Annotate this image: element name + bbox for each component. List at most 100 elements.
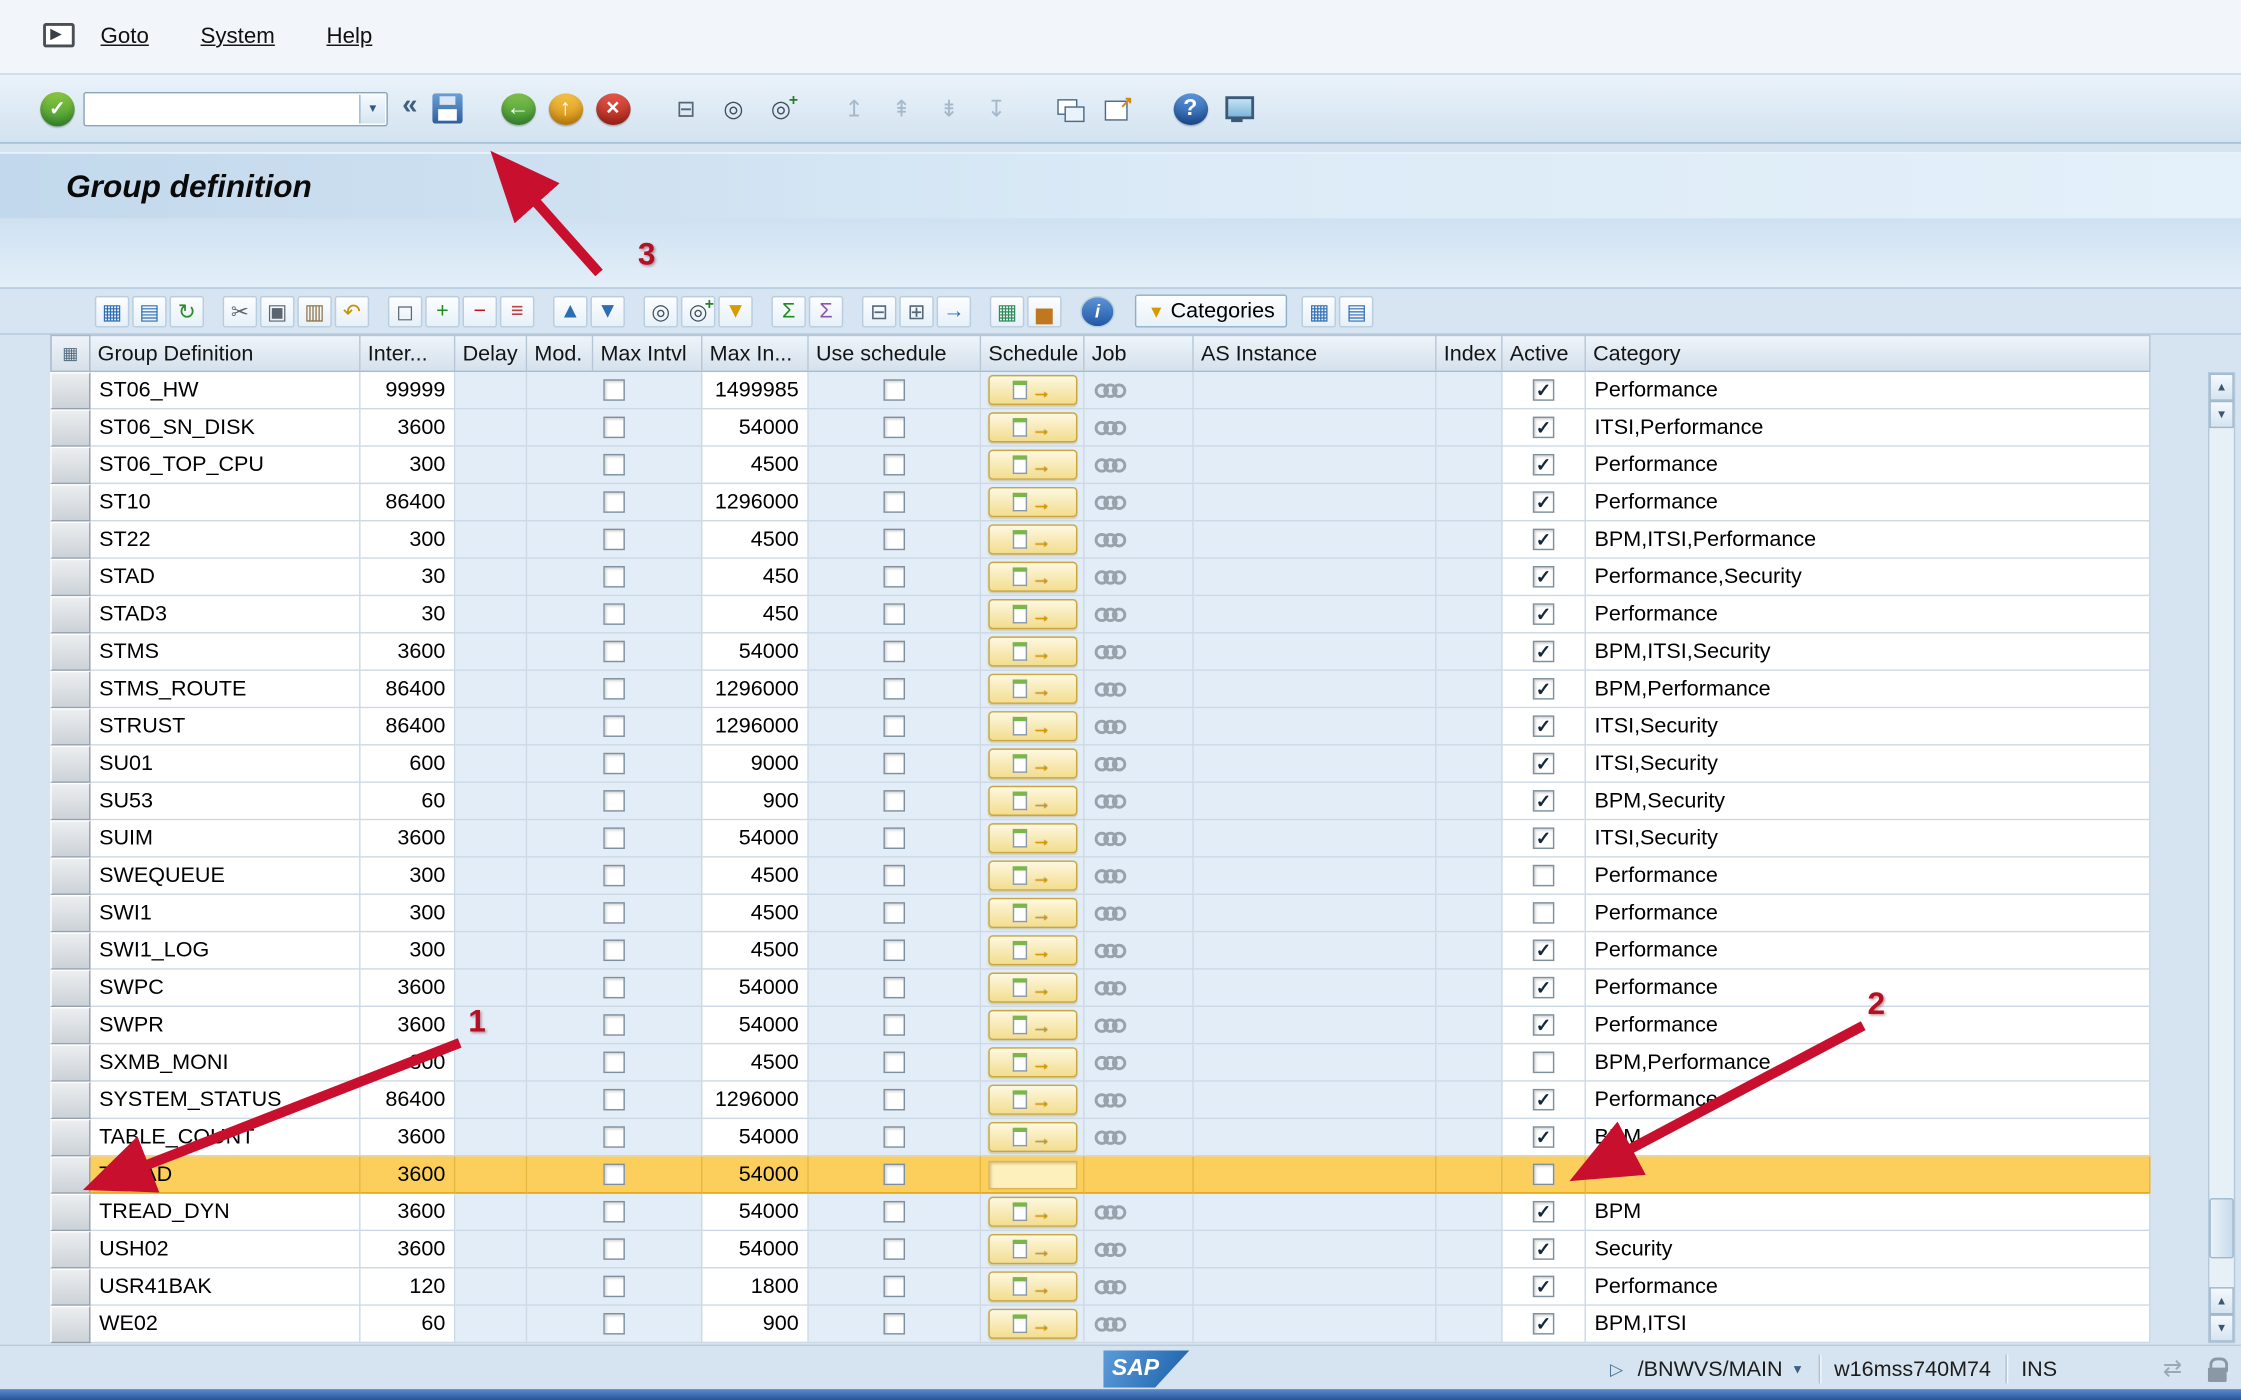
active-checkbox[interactable]: [1533, 417, 1555, 439]
column-header-max-in-[interactable]: Max In...: [702, 335, 808, 372]
total-button[interactable]: Σ: [771, 295, 805, 327]
row-selector[interactable]: [50, 1306, 90, 1343]
column-header-category[interactable]: Category: [1586, 335, 2151, 372]
row-selector[interactable]: [50, 1044, 90, 1081]
schedule-button[interactable]: →: [988, 973, 1077, 1003]
column-header-max-intvl[interactable]: Max Intvl: [593, 335, 702, 372]
print-grid-button[interactable]: ⊟: [862, 295, 896, 327]
schedule-button[interactable]: →: [988, 1271, 1077, 1301]
row-selector[interactable]: [50, 484, 90, 521]
use-schedule-checkbox[interactable]: [883, 1089, 905, 1111]
column-header-active[interactable]: Active: [1503, 335, 1586, 372]
row-selector[interactable]: [50, 970, 90, 1007]
use-schedule-checkbox[interactable]: [883, 1126, 905, 1148]
column-header-inter-[interactable]: Inter...: [361, 335, 456, 372]
table-row-WE02[interactable]: WE0260900→BPM,ITSI: [50, 1306, 2150, 1343]
active-checkbox[interactable]: [1533, 902, 1555, 924]
row-selector[interactable]: [50, 1156, 90, 1193]
mod-checkbox[interactable]: [603, 1238, 625, 1260]
mod-checkbox[interactable]: [603, 1089, 625, 1111]
schedule-button[interactable]: →: [988, 748, 1077, 778]
table-row-STRUST[interactable]: STRUST864001296000→ITSI,Security: [50, 708, 2150, 745]
cut-button[interactable]: ✂: [223, 295, 257, 327]
active-checkbox[interactable]: [1533, 454, 1555, 476]
system-field[interactable]: /BNWVS/MAIN ▼: [1638, 1357, 1804, 1381]
mod-checkbox[interactable]: [603, 529, 625, 551]
row-selector[interactable]: [50, 1194, 90, 1231]
insert-row-button[interactable]: +: [425, 295, 459, 327]
row-selector[interactable]: [50, 1082, 90, 1119]
sort-ascending-button[interactable]: ▲: [553, 295, 587, 327]
active-checkbox[interactable]: [1533, 1164, 1555, 1186]
schedule-button[interactable]: →: [988, 1047, 1077, 1077]
active-checkbox[interactable]: [1533, 790, 1555, 812]
schedule-button[interactable]: →: [988, 562, 1077, 592]
row-selector[interactable]: [50, 671, 90, 708]
views-button[interactable]: ⊞: [899, 295, 933, 327]
schedule-button[interactable]: →: [988, 898, 1077, 928]
row-selector[interactable]: [50, 1268, 90, 1305]
info-button[interactable]: i: [1080, 295, 1114, 327]
select-all-icon[interactable]: ▦: [50, 335, 90, 372]
column-header-index[interactable]: Index: [1437, 335, 1503, 372]
last-page-button[interactable]: ↧: [979, 93, 1013, 125]
schedule-button[interactable]: →: [988, 599, 1077, 629]
use-schedule-checkbox[interactable]: [883, 566, 905, 588]
configure-button[interactable]: ▤: [1339, 295, 1373, 327]
use-schedule-checkbox[interactable]: [883, 529, 905, 551]
mod-checkbox[interactable]: [603, 1313, 625, 1335]
row-selector[interactable]: [50, 895, 90, 932]
column-header-job[interactable]: Job: [1085, 335, 1194, 372]
table-row-TABLE_COUNT[interactable]: TABLE_COUNT360054000→BPM: [50, 1119, 2150, 1156]
schedule-button[interactable]: →: [988, 375, 1077, 405]
choose-detail-button[interactable]: ▦: [1302, 295, 1336, 327]
mod-checkbox[interactable]: [603, 1201, 625, 1223]
new-session-button[interactable]: [1052, 93, 1086, 125]
active-checkbox[interactable]: [1533, 1238, 1555, 1260]
schedule-button[interactable]: →: [988, 786, 1077, 816]
use-schedule-checkbox[interactable]: [883, 827, 905, 849]
exit-button[interactable]: ↑: [548, 93, 582, 125]
mod-checkbox[interactable]: [603, 715, 625, 737]
use-schedule-checkbox[interactable]: [883, 641, 905, 663]
previous-page-button[interactable]: ⇞: [884, 93, 918, 125]
active-checkbox[interactable]: [1533, 1126, 1555, 1148]
menu-item-system[interactable]: System: [201, 24, 275, 50]
find-button[interactable]: ◎: [716, 93, 750, 125]
use-schedule-checkbox[interactable]: [883, 1164, 905, 1186]
mod-checkbox[interactable]: [603, 641, 625, 663]
print-button[interactable]: ⊟: [669, 93, 703, 125]
mod-checkbox[interactable]: [603, 566, 625, 588]
command-dropdown-icon[interactable]: ▼: [359, 94, 385, 123]
row-selector[interactable]: [50, 596, 90, 633]
table-row-SWI1[interactable]: SWI13004500→Performance: [50, 895, 2150, 932]
row-selector[interactable]: [50, 708, 90, 745]
schedule-empty-field[interactable]: [988, 1160, 1077, 1189]
sort-descending-button[interactable]: ▼: [590, 295, 624, 327]
screen-menu-icon[interactable]: [43, 23, 75, 47]
mod-checkbox[interactable]: [603, 865, 625, 887]
active-checkbox[interactable]: [1533, 939, 1555, 961]
system-dropdown-icon[interactable]: ▼: [1791, 1362, 1804, 1376]
active-checkbox[interactable]: [1533, 529, 1555, 551]
menu-item-help[interactable]: Help: [327, 24, 373, 50]
row-selector[interactable]: [50, 1119, 90, 1156]
use-schedule-checkbox[interactable]: [883, 491, 905, 513]
active-checkbox[interactable]: [1533, 753, 1555, 775]
refresh-button[interactable]: ↻: [170, 295, 204, 327]
categories-button[interactable]: ▼ Categories: [1135, 294, 1288, 327]
table-row-SUIM[interactable]: SUIM360054000→ITSI,Security: [50, 820, 2150, 857]
column-header-delay[interactable]: Delay: [455, 335, 527, 372]
schedule-button[interactable]: →: [988, 450, 1077, 480]
export-button[interactable]: →: [937, 295, 971, 327]
graphic-button[interactable]: ▅: [1027, 295, 1061, 327]
mod-checkbox[interactable]: [603, 417, 625, 439]
schedule-button[interactable]: →: [988, 1010, 1077, 1040]
row-selector[interactable]: [50, 858, 90, 895]
use-schedule-checkbox[interactable]: [883, 603, 905, 625]
table-row-SWPR[interactable]: SWPR360054000→Performance: [50, 1007, 2150, 1044]
mod-checkbox[interactable]: [603, 1276, 625, 1298]
table-row-USH02[interactable]: USH02360054000→Security: [50, 1231, 2150, 1268]
scroll-page-up-icon[interactable]: ▲: [2209, 1287, 2233, 1314]
active-checkbox[interactable]: [1533, 1201, 1555, 1223]
